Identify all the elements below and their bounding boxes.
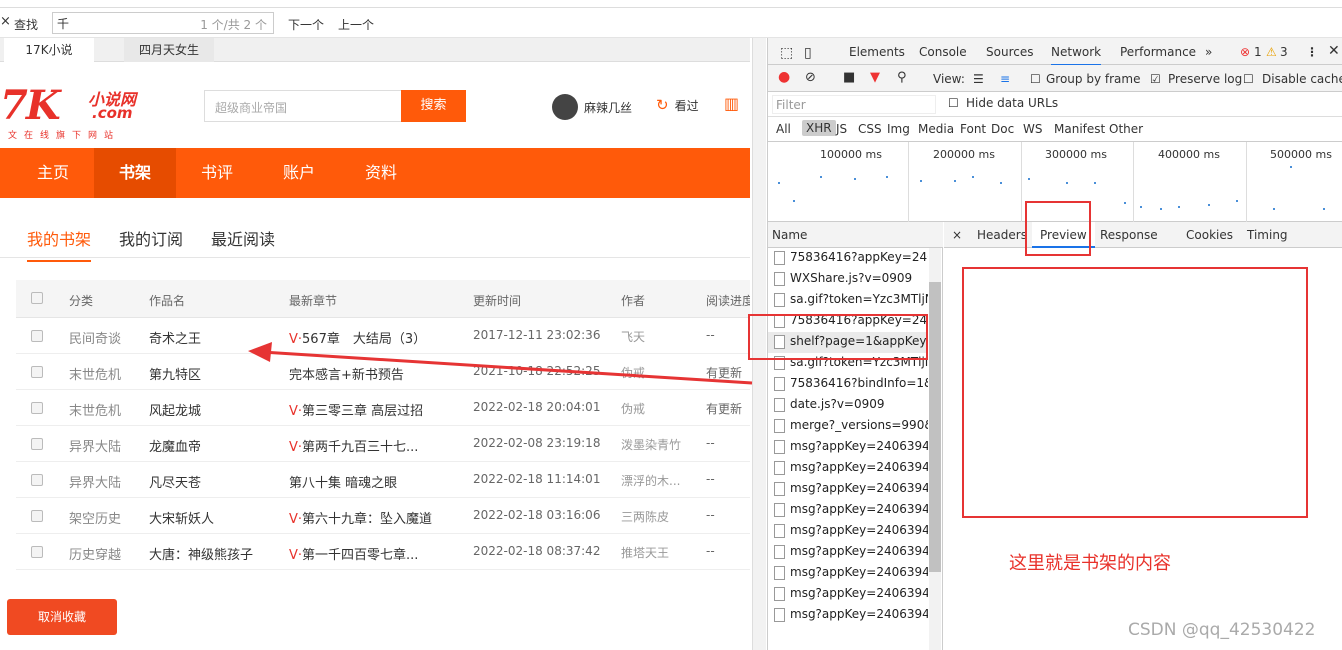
watermark: CSDN @qq_42530422: [1128, 620, 1316, 640]
annotation-note: 这里就是书架的内容: [1009, 553, 1171, 574]
